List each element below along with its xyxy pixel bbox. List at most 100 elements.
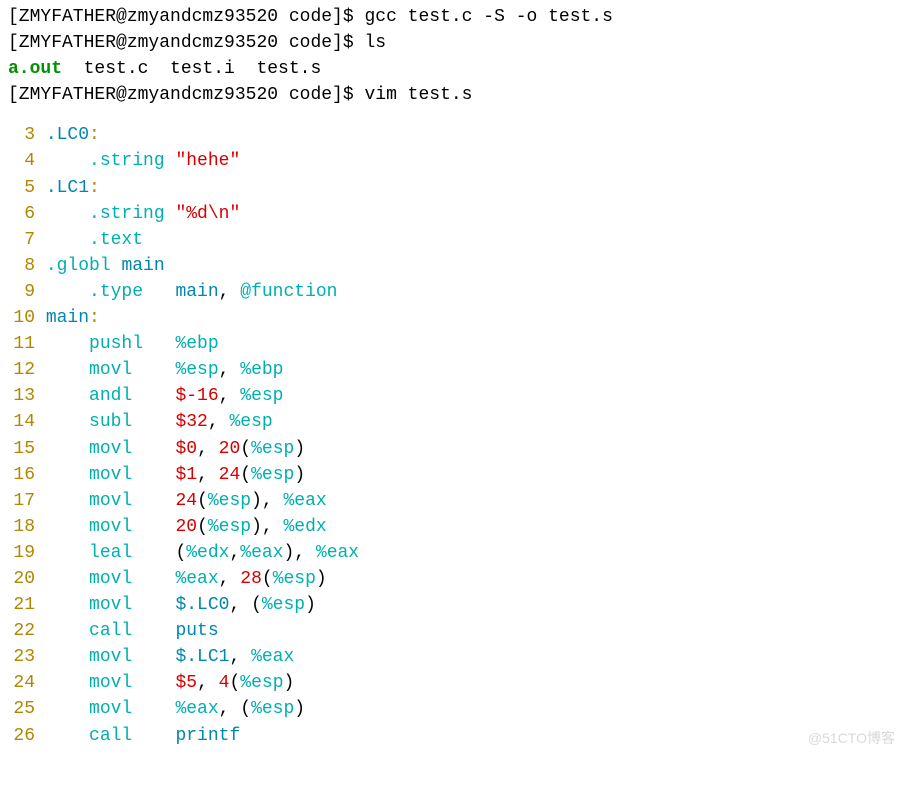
ls-executable: a.out — [8, 59, 62, 79]
code-token: subl — [89, 412, 132, 432]
code-token: main — [121, 256, 164, 276]
code-token: %esp — [208, 491, 251, 511]
code-token: ( — [240, 439, 251, 459]
code-token: ( — [262, 569, 273, 589]
code-token: %esp — [251, 699, 294, 719]
code-line: 11 pushl %ebp — [8, 331, 893, 357]
code-token: , — [219, 282, 241, 302]
line-number: 19 — [8, 540, 35, 566]
code-line: 25 movl %eax, (%esp) — [8, 696, 893, 722]
line-number: 11 — [8, 331, 35, 357]
line-number: 12 — [8, 357, 35, 383]
code-line: 13 andl $-16, %esp — [8, 383, 893, 409]
code-token: ) — [294, 699, 305, 719]
code-token: 24 — [219, 465, 241, 485]
code-line: 26 call printf — [8, 723, 893, 749]
code-token — [35, 230, 89, 250]
terminal-line: [ZMYFATHER@zmyandcmz93520 code]$ vim tes… — [8, 82, 893, 108]
code-line: 4 .string "hehe" — [8, 148, 893, 174]
code-token: , — [219, 386, 241, 406]
code-token: , — [197, 673, 219, 693]
code-token — [35, 517, 89, 537]
code-token: ) — [294, 439, 305, 459]
line-number: 22 — [8, 618, 35, 644]
code-token: ), — [284, 543, 316, 563]
code-token: movl — [89, 595, 132, 615]
code-token — [35, 360, 89, 380]
line-number: 3 — [8, 122, 35, 148]
code-token: puts — [175, 621, 218, 641]
code-token: , — [229, 543, 240, 563]
code-token — [35, 439, 89, 459]
code-token: %esp — [273, 569, 316, 589]
code-line: 8 .globl main — [8, 253, 893, 279]
code-token — [143, 334, 175, 354]
code-token — [132, 360, 175, 380]
code-token: $32 — [175, 412, 207, 432]
code-line: 22 call puts — [8, 618, 893, 644]
code-line: 23 movl $.LC1, %eax — [8, 644, 893, 670]
code-line: 9 .type main, @function — [8, 279, 893, 305]
code-token: movl — [89, 360, 132, 380]
code-token: ) — [294, 465, 305, 485]
code-token — [35, 282, 89, 302]
code-token — [35, 256, 46, 276]
shell-prompt: [ZMYFATHER@zmyandcmz93520 code]$ — [8, 85, 364, 105]
ls-files: test.c test.i test.s — [62, 59, 321, 79]
code-token — [35, 647, 89, 667]
code-token: @function — [240, 282, 337, 302]
code-token — [35, 726, 89, 746]
code-token: ( — [197, 517, 208, 537]
code-token — [132, 647, 175, 667]
code-token — [132, 569, 175, 589]
code-line: 16 movl $1, 24(%esp) — [8, 462, 893, 488]
code-token: movl — [89, 517, 132, 537]
code-token: : — [89, 308, 100, 328]
code-token: $.LC1 — [175, 647, 229, 667]
code-token: .LC0 — [46, 125, 89, 145]
code-token: , ( — [219, 699, 251, 719]
code-token — [132, 491, 175, 511]
code-token: , — [219, 360, 241, 380]
code-token: $1 — [175, 465, 197, 485]
line-number: 17 — [8, 488, 35, 514]
code-token: ) — [316, 569, 327, 589]
code-token — [35, 334, 89, 354]
code-token: %ebp — [175, 334, 218, 354]
line-number: 23 — [8, 644, 35, 670]
code-line: 24 movl $5, 4(%esp) — [8, 670, 893, 696]
code-token — [35, 465, 89, 485]
code-token: main — [46, 308, 89, 328]
code-token: ( — [240, 465, 251, 485]
code-token — [132, 726, 175, 746]
code-token — [132, 386, 175, 406]
line-number: 5 — [8, 175, 35, 201]
code-token: %esp — [251, 439, 294, 459]
code-token — [35, 491, 89, 511]
code-token: , — [197, 465, 219, 485]
code-token: %esp — [175, 360, 218, 380]
code-line: 17 movl 24(%esp), %eax — [8, 488, 893, 514]
code-token: ( — [132, 543, 186, 563]
code-token: 4 — [219, 673, 230, 693]
shell-command: ls — [364, 33, 386, 53]
code-token — [35, 621, 89, 641]
code-token: .type — [89, 282, 143, 302]
code-token: movl — [89, 439, 132, 459]
code-line: 7 .text — [8, 227, 893, 253]
code-token: %eax — [251, 647, 294, 667]
code-token: %eax — [175, 699, 218, 719]
line-number: 8 — [8, 253, 35, 279]
code-token: movl — [89, 673, 132, 693]
code-token: %eax — [316, 543, 359, 563]
code-token — [132, 673, 175, 693]
code-token — [165, 204, 176, 224]
code-token: %esp — [240, 386, 283, 406]
code-token — [35, 204, 89, 224]
code-token — [35, 125, 46, 145]
code-token: %esp — [262, 595, 305, 615]
code-token: .text — [89, 230, 143, 250]
code-token: 28 — [240, 569, 262, 589]
code-line: 18 movl 20(%esp), %edx — [8, 514, 893, 540]
code-token — [132, 595, 175, 615]
